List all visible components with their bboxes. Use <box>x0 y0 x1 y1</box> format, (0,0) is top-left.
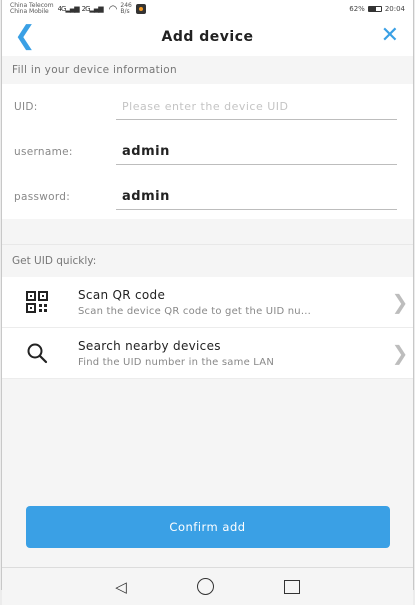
password-input[interactable] <box>116 183 397 210</box>
confirm-area: Confirm add <box>2 487 413 567</box>
signal-2-icon: 2G▂▄▆ <box>81 5 104 13</box>
nav-back-icon[interactable]: ◁ <box>115 578 127 596</box>
app-notification-icon <box>135 4 146 14</box>
phone-screen: China Telecom China Mobile 4G▂▄▆ 2G▂▄▆ ◠… <box>1 0 414 605</box>
carrier-2: China Mobile <box>10 8 49 15</box>
confirm-add-button[interactable]: Confirm add <box>25 506 390 548</box>
back-icon[interactable]: ❮ <box>14 23 36 49</box>
battery-icon <box>367 6 382 12</box>
username-input[interactable] <box>116 138 397 165</box>
search-nearby-option[interactable]: Search nearby devices Find the UID numbe… <box>2 328 413 379</box>
battery-percent: 62% <box>349 5 365 13</box>
uid-row: UID: <box>2 84 413 129</box>
nav-home-icon[interactable] <box>196 578 214 595</box>
status-right: 62% 20:04 <box>349 5 405 13</box>
network-2-label: 2G <box>81 5 91 13</box>
network-speed: 246 B/s <box>120 3 131 15</box>
nav-bar: ❮ Add device ✕ <box>2 18 413 56</box>
battery-fill <box>368 7 377 11</box>
password-label: password: <box>14 190 71 203</box>
page-title: Add device <box>161 29 254 45</box>
carrier-labels: China Telecom China Mobile <box>10 3 54 15</box>
qr-code-icon <box>14 291 60 313</box>
scan-qr-title: Scan QR code <box>78 287 166 302</box>
username-label: username: <box>14 145 73 158</box>
search-nearby-title: Search nearby devices <box>78 338 221 353</box>
status-bar: China Telecom China Mobile 4G▂▄▆ 2G▂▄▆ ◠… <box>2 0 413 18</box>
scan-qr-option[interactable]: Scan QR code Scan the device QR code to … <box>2 277 413 328</box>
signal-icon: 4G▂▄▆ <box>57 5 80 13</box>
username-row: username: <box>2 129 413 174</box>
nav-recents-icon[interactable] <box>283 579 300 594</box>
scan-qr-subtitle: Scan the device QR code to get the UID n… <box>78 305 311 317</box>
search-nearby-subtitle: Find the UID number in the same LAN <box>78 356 275 368</box>
uid-label: UID: <box>14 100 38 113</box>
search-icon <box>14 342 60 364</box>
section-divider <box>2 219 413 244</box>
password-row: password: <box>2 174 413 219</box>
chevron-right-icon: ❯ <box>391 290 409 314</box>
close-icon[interactable]: ✕ <box>381 25 399 47</box>
scan-qr-text: Scan QR code Scan the device QR code to … <box>78 288 387 317</box>
network-1-label: 4G <box>57 5 67 13</box>
quick-header: Get UID quickly: <box>2 244 413 277</box>
form-header: Fill in your device information <box>2 56 413 84</box>
clock: 20:04 <box>384 5 405 13</box>
wifi-icon: ◠ <box>108 3 118 15</box>
speed-unit: B/s <box>120 8 130 15</box>
uid-input[interactable] <box>116 93 397 120</box>
chevron-right-icon: ❯ <box>391 341 409 365</box>
empty-space <box>2 379 413 487</box>
system-nav-bar: ◁ <box>2 567 413 605</box>
search-nearby-text: Search nearby devices Find the UID numbe… <box>78 339 387 368</box>
